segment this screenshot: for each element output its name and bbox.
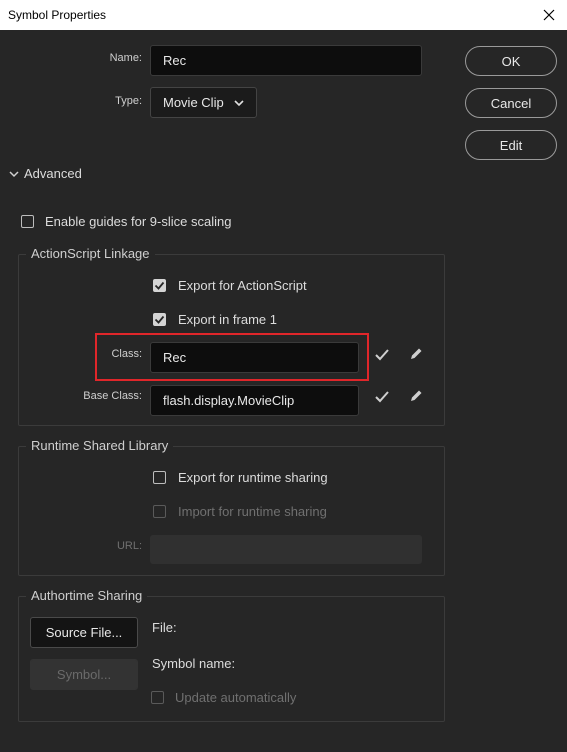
export-runtime-label: Export for runtime sharing xyxy=(178,470,328,485)
actionscript-linkage-title: ActionScript Linkage xyxy=(26,246,155,261)
export-runtime-checkbox[interactable] xyxy=(153,471,166,484)
base-class-input[interactable]: flash.display.MovieClip xyxy=(150,385,359,416)
import-runtime-label: Import for runtime sharing xyxy=(178,504,327,519)
ok-button[interactable]: OK xyxy=(465,46,557,76)
update-automatically-label: Update automatically xyxy=(175,690,297,705)
file-label: File: xyxy=(152,620,177,635)
validate-check-icon[interactable] xyxy=(374,348,390,362)
authortime-sharing-title: Authortime Sharing xyxy=(26,588,148,603)
export-actionscript-checkbox[interactable] xyxy=(153,279,166,292)
type-label: Type: xyxy=(115,95,142,107)
edit-button[interactable]: Edit xyxy=(465,130,557,160)
nine-slice-label: Enable guides for 9-slice scaling xyxy=(45,214,232,229)
pencil-icon[interactable] xyxy=(408,346,424,362)
url-label: URL: xyxy=(116,540,142,552)
export-actionscript-label: Export for ActionScript xyxy=(178,278,307,293)
class-value: Rec xyxy=(163,350,187,365)
base-class-label: Base Class: xyxy=(83,390,142,402)
url-input[interactable] xyxy=(150,535,422,564)
close-icon[interactable] xyxy=(539,5,559,25)
class-input[interactable]: Rec xyxy=(150,342,359,373)
cancel-button[interactable]: Cancel xyxy=(465,88,557,118)
source-file-button[interactable]: Source File... xyxy=(30,617,138,648)
chevron-down-icon[interactable] xyxy=(8,169,20,179)
advanced-toggle[interactable]: Advanced xyxy=(24,166,82,181)
name-input[interactable]: Rec xyxy=(150,45,422,76)
import-runtime-checkbox[interactable] xyxy=(153,505,166,518)
validate-check-icon[interactable] xyxy=(374,390,390,404)
runtime-shared-library-title: Runtime Shared Library xyxy=(26,438,174,453)
symbol-name-label: Symbol name: xyxy=(152,656,236,671)
export-frame1-label: Export in frame 1 xyxy=(178,312,277,327)
nine-slice-checkbox[interactable] xyxy=(21,215,34,228)
symbol-button[interactable]: Symbol... xyxy=(30,659,138,690)
export-frame1-checkbox[interactable] xyxy=(153,313,166,326)
base-class-value: flash.display.MovieClip xyxy=(163,393,295,408)
name-value: Rec xyxy=(163,53,187,68)
check-icon xyxy=(154,315,165,324)
name-label: Name: xyxy=(109,52,142,64)
pencil-icon[interactable] xyxy=(408,388,424,404)
chevron-down-icon xyxy=(234,99,244,106)
type-dropdown[interactable]: Movie Clip xyxy=(150,87,257,118)
class-label: Class: xyxy=(111,348,142,360)
check-icon xyxy=(154,281,165,290)
type-value: Movie Clip xyxy=(163,95,224,110)
window-title: Symbol Properties xyxy=(8,8,107,22)
update-automatically-checkbox[interactable] xyxy=(151,691,164,704)
title-bar: Symbol Properties xyxy=(0,0,567,30)
